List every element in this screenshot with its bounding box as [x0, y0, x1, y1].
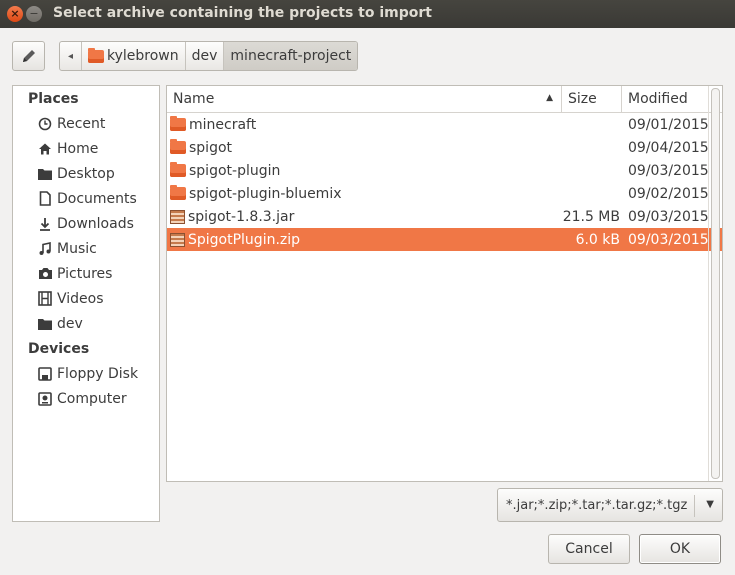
file-row[interactable]: spigot-plugin-bluemix 09/02/2015	[167, 182, 722, 205]
folder-icon	[37, 166, 53, 182]
file-name: SpigotPlugin.zip	[188, 231, 301, 248]
floppy-icon	[37, 366, 53, 382]
column-header-size[interactable]: Size	[562, 86, 622, 112]
file-list-header: Name ▲ Size Modified	[167, 86, 722, 113]
home-folder-icon	[88, 47, 104, 63]
filter-value: *.jar;*.zip;*.tar;*.tar.gz;*.tgz	[506, 497, 688, 513]
camera-icon	[37, 266, 53, 282]
path-segment-label: dev	[191, 48, 218, 64]
sidebar-item-label: Music	[57, 240, 97, 257]
file-row[interactable]: spigot 09/04/2015	[167, 136, 722, 159]
file-modified: 09/01/2015	[628, 116, 709, 133]
sidebar-item-music[interactable]: Music	[13, 236, 159, 261]
sidebar-item-pictures[interactable]: Pictures	[13, 261, 159, 286]
computer-icon	[37, 391, 53, 407]
sidebar-item-home[interactable]: Home	[13, 136, 159, 161]
close-icon[interactable]: ×	[7, 6, 23, 22]
archive-icon	[170, 209, 185, 224]
path-bar: ◂ kylebrown dev minecraft-project	[59, 41, 359, 71]
path-scroll-left-icon[interactable]: ◂	[60, 42, 82, 70]
column-header-label: Name	[173, 91, 215, 107]
sidebar-item-label: Recent	[57, 115, 106, 132]
file-modified: 09/02/2015	[628, 185, 709, 202]
minimize-icon[interactable]: −	[26, 6, 42, 22]
sidebar-item-computer[interactable]: Computer	[13, 386, 159, 411]
cancel-button[interactable]: Cancel	[548, 534, 630, 564]
column-header-label: Size	[568, 91, 597, 107]
file-size: 21.5 MB	[562, 208, 620, 225]
sidebar-item-dev[interactable]: dev	[13, 311, 159, 336]
column-header-label: Modified	[628, 91, 688, 107]
folder-icon	[37, 316, 53, 332]
window-title: Select archive containing the projects t…	[53, 5, 432, 21]
sidebar-item-videos[interactable]: Videos	[13, 286, 159, 311]
file-row[interactable]: spigot-plugin 09/03/2015	[167, 159, 722, 182]
path-segment-kylebrown[interactable]: kylebrown	[82, 42, 186, 70]
sidebar-item-downloads[interactable]: Downloads	[13, 211, 159, 236]
places-sidebar: Places Recent Home Desktop Documents Dow…	[12, 85, 160, 522]
chevron-down-icon: ▼	[706, 499, 714, 510]
path-segment-label: kylebrown	[107, 48, 179, 64]
path-segment-label: minecraft-project	[230, 48, 352, 64]
vertical-scrollbar[interactable]	[708, 86, 722, 481]
file-name: minecraft	[189, 116, 257, 133]
music-icon	[37, 241, 53, 257]
scrollbar-thumb[interactable]	[711, 88, 720, 479]
sidebar-item-label: Desktop	[57, 165, 115, 182]
sidebar-item-label: dev	[57, 315, 83, 332]
dropdown-separator	[694, 495, 695, 517]
file-name: spigot-1.8.3.jar	[188, 208, 295, 225]
folder-icon	[170, 185, 186, 200]
clock-icon	[37, 116, 53, 132]
folder-icon	[170, 162, 186, 177]
file-name: spigot	[189, 139, 233, 156]
path-segment-dev[interactable]: dev	[186, 42, 225, 70]
places-heading: Places	[28, 90, 79, 107]
sidebar-item-desktop[interactable]: Desktop	[13, 161, 159, 186]
path-segment-minecraft-project[interactable]: minecraft-project	[224, 42, 358, 70]
file-modified: 09/03/2015	[628, 231, 709, 248]
file-size: 6.0 kB	[575, 231, 620, 248]
file-name: spigot-plugin-bluemix	[189, 185, 342, 202]
sidebar-item-label: Videos	[57, 290, 104, 307]
sidebar-item-label: Pictures	[57, 265, 113, 282]
file-row-selected[interactable]: SpigotPlugin.zip 6.0 kB 09/03/2015	[167, 228, 722, 251]
sidebar-item-documents[interactable]: Documents	[13, 186, 159, 211]
devices-heading: Devices	[28, 340, 90, 357]
download-icon	[37, 216, 53, 232]
sort-ascending-icon: ▲	[546, 93, 553, 103]
file-row[interactable]: minecraft 09/01/2015	[167, 113, 722, 136]
sidebar-item-label: Downloads	[57, 215, 134, 232]
pencil-icon	[22, 50, 35, 62]
sidebar-item-label: Computer	[57, 390, 127, 407]
sidebar-item-label: Documents	[57, 190, 137, 207]
file-list: Name ▲ Size Modified minecraft 09/01/201…	[166, 85, 723, 482]
file-modified: 09/04/2015	[628, 139, 709, 156]
file-modified: 09/03/2015	[628, 162, 709, 179]
file-name: spigot-plugin	[189, 162, 281, 179]
column-header-name[interactable]: Name ▲	[167, 86, 562, 112]
file-type-filter-dropdown[interactable]: *.jar;*.zip;*.tar;*.tar.gz;*.tgz ▼	[497, 488, 723, 522]
home-icon	[37, 141, 53, 157]
file-modified: 09/03/2015	[628, 208, 709, 225]
title-bar: × − Select archive containing the projec…	[0, 0, 735, 28]
document-icon	[37, 191, 53, 207]
film-icon	[37, 291, 53, 307]
sidebar-item-label: Home	[57, 140, 99, 157]
folder-icon	[170, 139, 186, 154]
type-location-button[interactable]	[12, 41, 45, 71]
ok-button[interactable]: OK	[639, 534, 721, 564]
file-row[interactable]: spigot-1.8.3.jar 21.5 MB 09/03/2015	[167, 205, 722, 228]
column-header-modified[interactable]: Modified	[622, 86, 707, 112]
folder-icon	[170, 116, 186, 131]
archive-icon	[170, 232, 185, 247]
sidebar-item-recent[interactable]: Recent	[13, 111, 159, 136]
sidebar-item-label: Floppy Disk	[57, 365, 139, 382]
sidebar-item-floppy-disk[interactable]: Floppy Disk	[13, 361, 159, 386]
